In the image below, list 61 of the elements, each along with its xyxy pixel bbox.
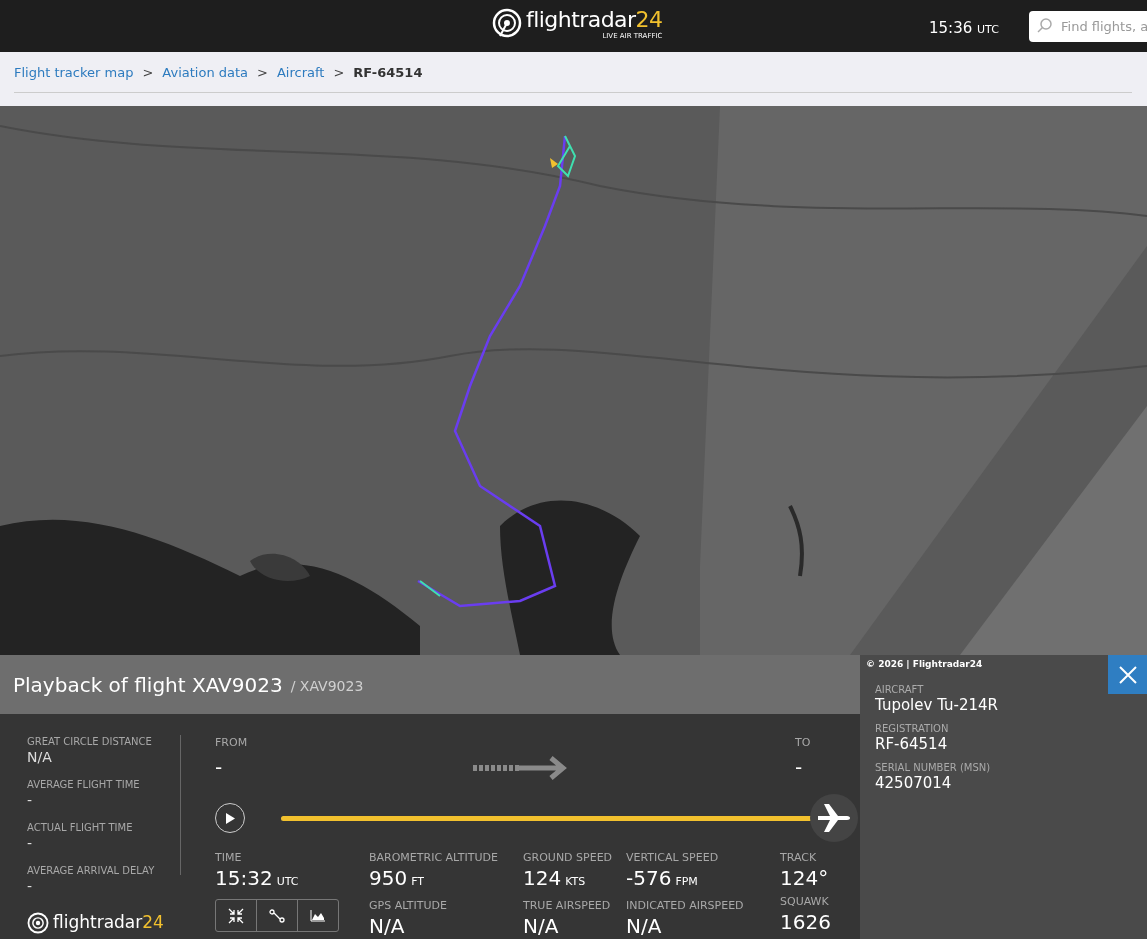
airplane-icon (816, 803, 852, 833)
summary-value: - (27, 791, 34, 809)
stat-label: INDICATED AIRSPEED (626, 899, 745, 913)
aircraft-field-label: SERIAL NUMBER (MSN) (875, 762, 992, 774)
stat-value: N/A (523, 913, 560, 939)
search-field[interactable]: Find flights, a (1029, 11, 1147, 42)
close-button[interactable] (1108, 655, 1147, 694)
stat-label: VERTICAL SPEED (626, 851, 720, 865)
copyright-text: © 2026 | Flightradar24 (866, 658, 983, 671)
aircraft-field-label: AIRCRAFT (875, 684, 925, 696)
summary-value: - (27, 834, 34, 852)
breadcrumb-link[interactable]: Aviation data (162, 63, 249, 83)
stat-label: GPS ALTITUDE (369, 899, 448, 913)
stat-label: TIME (215, 851, 243, 865)
footer-logo-wordmark: flightradar24 (53, 911, 164, 934)
stat-value: 124 KTS (523, 865, 587, 892)
breadcrumb-separator: > (257, 64, 268, 82)
stat-label: TRUE AIRSPEED (523, 899, 612, 913)
stat-value: 124° (780, 865, 830, 891)
summary-value: N/A (27, 748, 53, 766)
playback-title: Playback of flight XAV9023 (13, 671, 283, 699)
to-label: TO (795, 735, 812, 751)
playback-handle[interactable] (810, 794, 858, 842)
breadcrumb-link[interactable]: Flight tracker map (14, 63, 134, 83)
stat-value: 950 FT (369, 865, 426, 892)
stat-value: N/A (626, 913, 663, 939)
stat-label: TRACK (780, 851, 818, 865)
stat-label: SQUAWK (780, 895, 830, 909)
summary-label: GREAT CIRCLE DISTANCE (27, 736, 153, 748)
breadcrumb-current: RF-64514 (353, 64, 423, 82)
stat-value: -576 FPM (626, 865, 699, 892)
search-icon (1037, 18, 1053, 34)
to-value: - (795, 753, 804, 781)
summary-value: - (27, 877, 34, 895)
area-chart-icon (310, 909, 326, 922)
stat-value: 1626 (780, 909, 832, 935)
compress-icon (228, 907, 244, 924)
breadcrumb-separator: > (333, 64, 345, 82)
stat-value: N/A (369, 913, 406, 939)
summary-label: AVERAGE FLIGHT TIME (27, 779, 141, 791)
from-label: FROM (215, 735, 248, 751)
stat-label: GROUND SPEED (523, 851, 614, 865)
breadcrumb-separator: > (142, 64, 154, 82)
aircraft-field-value: RF-64514 (875, 735, 949, 754)
aircraft-field-value: Tupolev Tu-214R (875, 696, 999, 715)
summary-label: AVERAGE ARRIVAL DELAY (27, 865, 156, 877)
flight-callsign: / XAV9023 (290, 677, 364, 696)
breadcrumb-link[interactable]: Aircraft (276, 63, 325, 83)
stat-value: 15:32 UTC (215, 865, 300, 892)
play-icon (225, 812, 235, 824)
logo-wordmark[interactable]: flightradar24 (526, 8, 663, 32)
close-icon (1117, 664, 1138, 685)
radar-logo-icon (492, 8, 522, 38)
radar-logo-icon (27, 911, 49, 934)
from-value: - (215, 753, 224, 781)
clock: 15:36 UTC (929, 18, 999, 39)
route-icon (269, 908, 285, 923)
stat-label: BAROMETRIC ALTITUDE (369, 851, 499, 865)
summary-label: ACTUAL FLIGHT TIME (27, 822, 134, 834)
aircraft-field-label: REGISTRATION (875, 723, 950, 735)
aircraft-field-value: 42507014 (875, 774, 953, 793)
